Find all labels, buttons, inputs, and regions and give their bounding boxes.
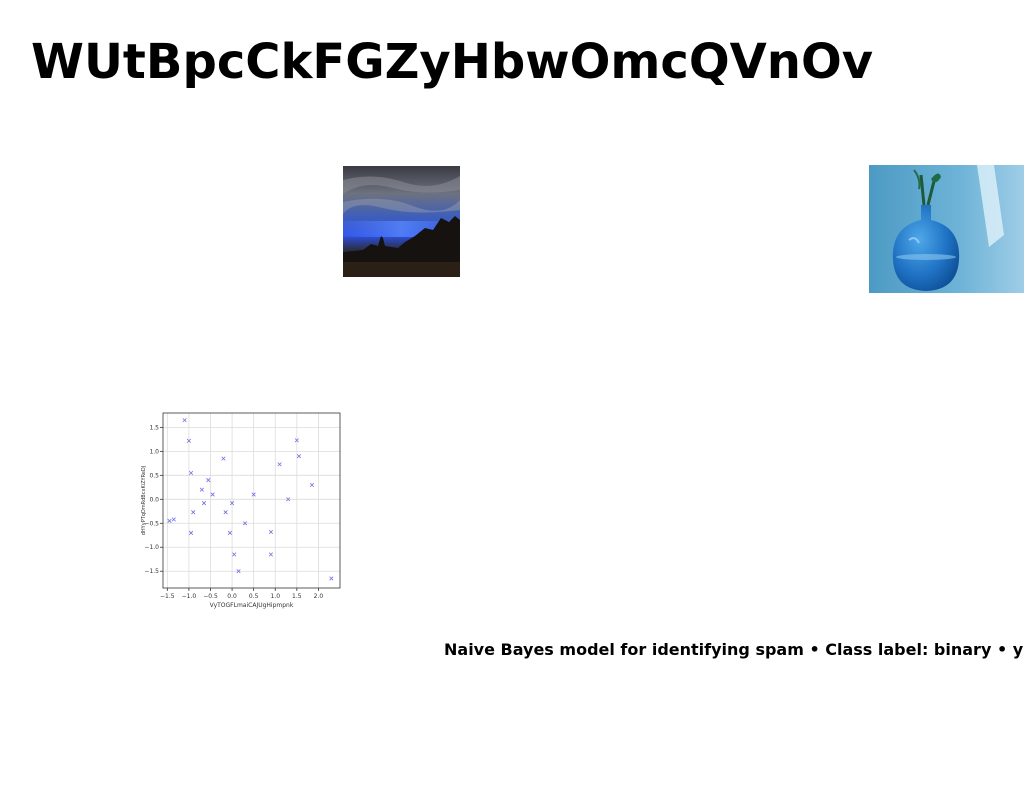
scatter-point	[188, 470, 194, 476]
scatter-point	[206, 478, 211, 483]
scatter-point	[188, 530, 194, 535]
scatter-point	[329, 576, 334, 581]
scatter-point	[199, 487, 204, 492]
x-tick-label: 1.0	[270, 593, 280, 600]
scatter-point	[191, 510, 196, 515]
sky-photo	[343, 166, 460, 277]
x-tick-label: −1.0	[182, 593, 197, 600]
plot-frame	[162, 412, 341, 589]
x-tick-label: 2.0	[314, 593, 324, 600]
scatter-point	[223, 510, 228, 515]
page-title: WUtBpcCkFGZyHbwOmcQVnOv	[31, 34, 874, 90]
x-tick-label: 1.5	[292, 593, 302, 600]
scatter-point	[210, 492, 215, 497]
y-tick-label: −1.5	[144, 568, 159, 575]
x-tick-label: 0.0	[227, 593, 237, 600]
y-axis-label: dHYyPTqDmRdBcxKiZYReDJ	[141, 466, 147, 536]
scatter-point	[296, 454, 302, 459]
scatter-point	[182, 418, 187, 423]
x-tick-label: 0.5	[249, 593, 259, 600]
scatter-point	[309, 482, 315, 488]
x-tick-label: −1.5	[160, 593, 175, 600]
y-tick-label: −1.0	[144, 544, 159, 551]
scatter-point	[268, 552, 274, 557]
y-tick-label: 0.5	[149, 472, 159, 479]
caption: Naive Bayes model for identifying spam •…	[444, 640, 1024, 659]
scatter-point	[277, 462, 282, 467]
y-tick-label: 0.0	[149, 496, 159, 503]
y-tick-label: 1.0	[149, 448, 159, 455]
x-axis-label: VyTOGFLmaiCAJUgHipmpnk	[210, 602, 294, 609]
scatter-plot: −1.5 −1.0 −0.5 0.0 0.5 1.0 1.5 2.0 −1.5 −1.0 −0.5 0…	[136, 405, 346, 610]
scatter-point	[268, 529, 274, 534]
x-tick-label: −0.5	[203, 593, 218, 600]
scatter-point	[171, 517, 176, 522]
y-tick-label: 1.5	[149, 424, 159, 431]
scatter-point	[201, 501, 207, 506]
scatter-point	[167, 518, 172, 523]
scatter-point	[232, 552, 237, 557]
scatter-point	[221, 456, 226, 461]
scatter-point	[227, 530, 232, 535]
vase-photo	[869, 165, 1024, 293]
